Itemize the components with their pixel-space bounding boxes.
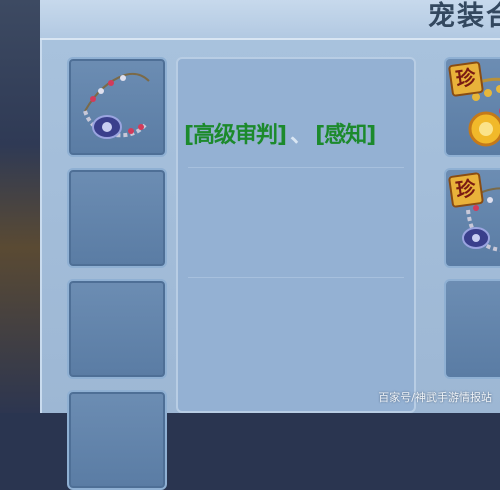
skill-high-judgment: [高级审判] bbox=[184, 123, 287, 148]
divider bbox=[188, 277, 404, 278]
necklace-icon bbox=[83, 72, 150, 139]
equip-slot-3[interactable] bbox=[67, 279, 167, 379]
skill-list: [高级审判]、 [感知] bbox=[184, 117, 376, 149]
divider bbox=[188, 167, 404, 168]
rare-badge: 珍 bbox=[447, 171, 485, 209]
equipment-description: [高级审判]、 [感知] bbox=[176, 57, 416, 413]
equip-slot-1[interactable] bbox=[67, 57, 167, 157]
skill-perception: [感知] bbox=[315, 123, 376, 148]
side-slot-3[interactable] bbox=[444, 279, 500, 379]
panel-title: 宠装合 bbox=[428, 1, 500, 32]
equip-slot-4[interactable] bbox=[67, 390, 167, 490]
equip-slot-2[interactable] bbox=[67, 168, 167, 268]
skill-separator: 、 bbox=[290, 123, 312, 148]
side-slot-2[interactable]: 珍 bbox=[444, 168, 500, 268]
watermark: 百家号/神武手游情报站 bbox=[378, 391, 492, 404]
side-slot-1[interactable]: 珍 bbox=[444, 57, 500, 157]
background-scene bbox=[0, 0, 40, 413]
rare-badge: 珍 bbox=[447, 60, 485, 98]
